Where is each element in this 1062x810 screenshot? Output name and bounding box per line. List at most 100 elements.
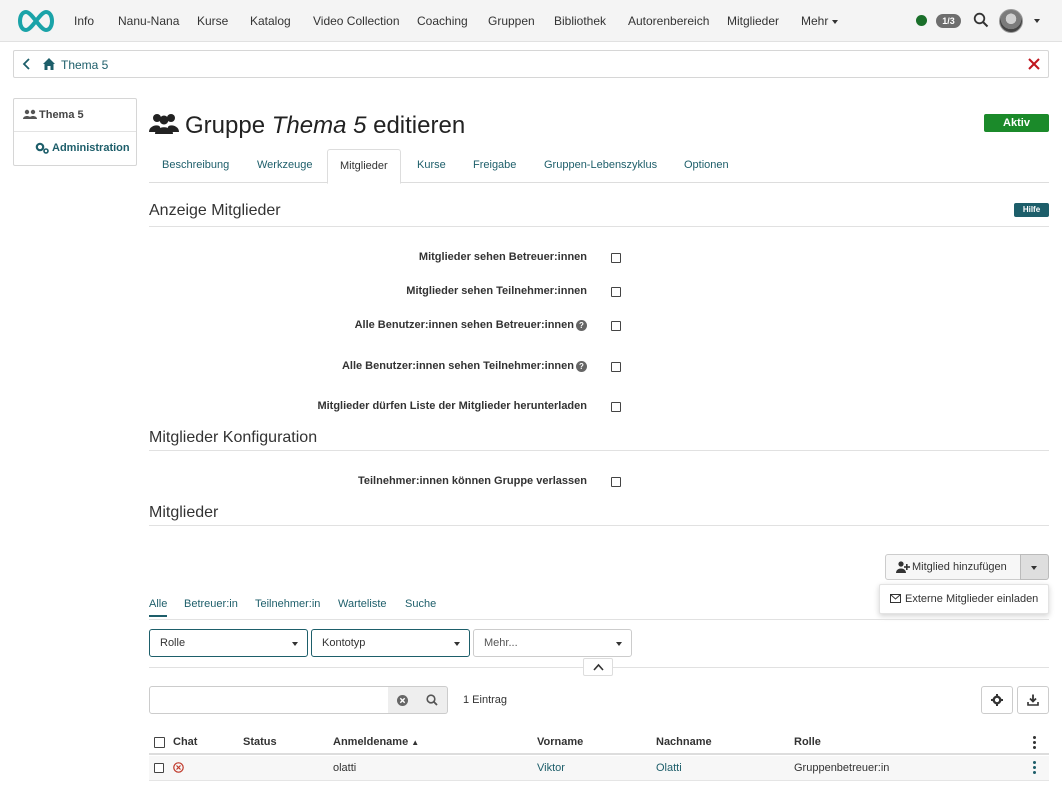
- close-icon[interactable]: [1027, 57, 1041, 71]
- logo-icon[interactable]: [14, 8, 58, 34]
- checkbox-leave-group[interactable]: [611, 477, 621, 487]
- collapse-filters-button[interactable]: [583, 658, 613, 676]
- nav-item-info[interactable]: Info: [74, 14, 94, 28]
- column-header-rolle[interactable]: Rolle: [794, 736, 821, 748]
- search-icon[interactable]: [426, 694, 438, 706]
- filter-tab-betreuer[interactable]: Betreuer:in: [184, 598, 238, 610]
- tab-optionen[interactable]: Optionen: [684, 159, 729, 171]
- filter-tab-alle[interactable]: Alle: [149, 598, 168, 617]
- filter-select-rolle-label: Rolle: [160, 637, 186, 649]
- side-menu-item-administration[interactable]: Administration: [14, 132, 136, 165]
- filter-tab-suche[interactable]: Suche: [405, 598, 436, 610]
- column-header-status[interactable]: Status: [243, 736, 277, 748]
- option-label-all-see-coaches-text: Alle Benutzer:innen sehen Betreuer:innen: [354, 319, 574, 331]
- cell-firstname[interactable]: Viktor: [537, 762, 565, 774]
- section-divider: [149, 226, 1049, 227]
- search-input[interactable]: [149, 686, 389, 714]
- column-header-anmeldename[interactable]: Anmeldename ▲: [333, 736, 419, 748]
- cell-login: olatti: [333, 762, 357, 774]
- column-header-chat[interactable]: Chat: [173, 736, 197, 748]
- side-menu: Thema 5 Administration: [13, 98, 137, 166]
- checkbox-all-see-coaches[interactable]: [611, 321, 621, 331]
- column-options-icon[interactable]: [1033, 736, 1036, 751]
- section-title-config: Mitglieder Konfiguration: [149, 429, 318, 446]
- offline-icon[interactable]: [173, 762, 184, 773]
- filter-divider: [149, 619, 1049, 620]
- chevron-down-icon: [292, 642, 298, 646]
- cell-role: Gruppenbetreuer:in: [794, 762, 890, 774]
- user-menu-caret-icon[interactable]: [1034, 19, 1040, 23]
- tab-beschreibung[interactable]: Beschreibung: [162, 159, 229, 171]
- question-icon[interactable]: ?: [576, 361, 587, 372]
- option-label-members-see-participants: Mitglieder sehen Teilnehmer:innen: [406, 285, 587, 297]
- add-member-dropdown-menu: Externe Mitglieder einladen: [879, 584, 1049, 614]
- chevron-left-icon[interactable]: [21, 57, 33, 71]
- checkbox-all-see-participants[interactable]: [611, 362, 621, 372]
- add-member-dropdown-toggle[interactable]: [1020, 554, 1049, 580]
- search-icon[interactable]: [973, 12, 989, 28]
- checkbox-members-see-coaches[interactable]: [611, 253, 621, 263]
- filter-select-rolle[interactable]: Rolle: [149, 629, 308, 657]
- side-menu-item-thema[interactable]: Thema 5: [14, 99, 136, 132]
- add-member-label: Mitglied hinzufügen: [912, 561, 1007, 573]
- download-button[interactable]: [1017, 686, 1049, 714]
- column-header-nachname[interactable]: Nachname: [656, 736, 712, 748]
- tab-freigabe[interactable]: Freigabe: [473, 159, 516, 171]
- chevron-down-icon: [1031, 566, 1037, 570]
- tab-mitglieder[interactable]: Mitglieder: [327, 149, 401, 184]
- online-count-badge[interactable]: 1/3: [936, 14, 961, 28]
- add-member-button[interactable]: Mitglied hinzufügen: [885, 554, 1021, 580]
- option-label-members-see-coaches: Mitglieder sehen Betreuer:innen: [418, 251, 587, 263]
- select-all-checkbox[interactable]: [154, 737, 165, 748]
- section-divider: [149, 450, 1049, 451]
- checkbox-members-see-participants[interactable]: [611, 287, 621, 297]
- users-icon: [23, 109, 37, 119]
- chevron-down-icon: [616, 642, 622, 646]
- invite-external-members-item[interactable]: Externe Mitglieder einladen: [905, 593, 1038, 605]
- home-icon[interactable]: [42, 57, 56, 71]
- column-header-anmeldename-label: Anmeldename: [333, 736, 409, 748]
- avatar[interactable]: [999, 9, 1023, 33]
- nav-item-mehr[interactable]: Mehr: [801, 14, 839, 28]
- breadcrumb-item-thema[interactable]: Thema 5: [61, 58, 108, 72]
- column-header-vorname[interactable]: Vorname: [537, 736, 583, 748]
- tab-werkzeuge[interactable]: Werkzeuge: [257, 159, 312, 171]
- filter-tab-teilnehmer[interactable]: Teilnehmer:in: [255, 598, 320, 610]
- table-settings-button[interactable]: [981, 686, 1013, 714]
- search-actions: [388, 686, 448, 714]
- nav-item-katalog[interactable]: Katalog: [250, 14, 291, 28]
- row-actions-icon[interactable]: [1033, 761, 1036, 776]
- tab-kurse[interactable]: Kurse: [417, 159, 446, 171]
- side-menu-label-thema: Thema 5: [39, 109, 84, 121]
- tab-gruppen-lebenszyklus[interactable]: Gruppen-Lebenszyklus: [544, 159, 657, 171]
- sort-ascending-icon: ▲: [411, 738, 420, 747]
- nav-item-coaching[interactable]: Coaching: [417, 14, 468, 28]
- checkbox-download-list[interactable]: [611, 402, 621, 412]
- question-icon[interactable]: ?: [576, 320, 587, 331]
- clear-search-icon[interactable]: [397, 695, 408, 706]
- filter-select-kontotyp-label: Kontotyp: [322, 637, 366, 649]
- nav-item-video-collection[interactable]: Video Collection: [313, 14, 400, 28]
- nav-item-bibliothek[interactable]: Bibliothek: [554, 14, 606, 28]
- chevron-down-icon: [454, 642, 460, 646]
- help-button[interactable]: Hilfe: [1014, 203, 1049, 217]
- chevron-up-icon: [593, 663, 604, 671]
- option-label-all-see-participants: Alle Benutzer:innen sehen Teilnehmer:inn…: [342, 360, 587, 372]
- filter-select-kontotyp[interactable]: Kontotyp: [311, 629, 470, 657]
- option-label-leave-group: Teilnehmer:innen können Gruppe verlassen: [357, 475, 587, 487]
- nav-item-gruppen[interactable]: Gruppen: [488, 14, 535, 28]
- option-label-all-see-coaches: Alle Benutzer:innen sehen Betreuer:innen…: [355, 319, 587, 331]
- nav-item-nanu-nana[interactable]: Nanu-Nana: [118, 14, 179, 28]
- row-select-checkbox[interactable]: [154, 763, 164, 773]
- section-title-display: Anzeige Mitglieder: [149, 202, 281, 219]
- nav-item-mitglieder[interactable]: Mitglieder: [727, 14, 779, 28]
- nav-item-autorenbereich[interactable]: Autorenbereich: [628, 14, 709, 28]
- online-status-icon[interactable]: [916, 15, 927, 26]
- filter-select-mehr[interactable]: Mehr...: [473, 629, 632, 657]
- filter-tab-warteliste[interactable]: Warteliste: [338, 598, 387, 610]
- help-button-label: Hilfe: [1022, 205, 1041, 214]
- cell-lastname[interactable]: Olatti: [656, 762, 682, 774]
- gear-icon: [991, 694, 1003, 706]
- table-row: olatti Viktor Olatti Gruppenbetreuer:in: [149, 756, 1049, 781]
- nav-item-kurse[interactable]: Kurse: [197, 14, 228, 28]
